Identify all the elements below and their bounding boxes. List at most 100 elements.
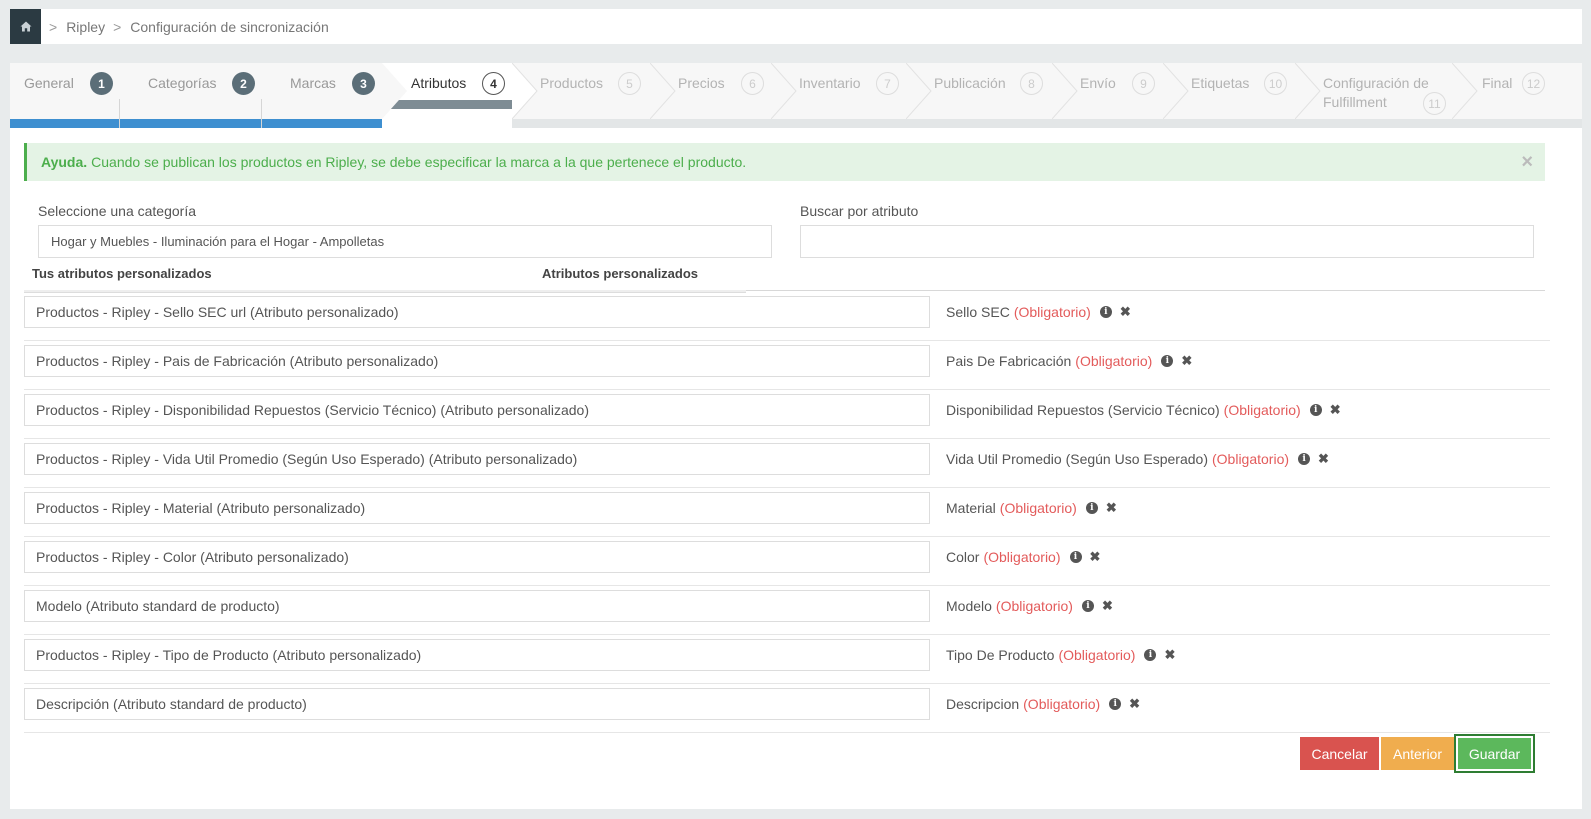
required-badge: (Obligatorio) (1212, 451, 1290, 467)
step-progress-bar (262, 119, 382, 128)
required-badge: (Obligatorio) (995, 598, 1073, 614)
wizard-step-label: Atributos (411, 75, 467, 91)
required-badge: (Obligatorio) (1075, 353, 1153, 369)
marketplace-attribute: Modelo (Obligatorio) i ✖ (946, 598, 1113, 614)
wizard-step-badge: 10 (1264, 72, 1287, 95)
info-icon[interactable]: i (1298, 453, 1311, 465)
required-badge: (Obligatorio) (1023, 696, 1101, 712)
wizard-steps: General 1 Categorías 2 Marcas 3 Atributo… (10, 63, 1582, 128)
remove-icon[interactable]: ✖ (1164, 647, 1175, 663)
wizard-step-general[interactable]: General 1 (10, 63, 120, 128)
wizard-step-label: Etiquetas (1191, 75, 1250, 91)
home-button[interactable] (10, 9, 41, 44)
info-icon[interactable]: i (1309, 404, 1322, 416)
attribute-name: Tipo De Producto (946, 647, 1055, 663)
wizard-step-badge: 7 (876, 72, 899, 95)
wizard-step-badge: 8 (1020, 72, 1043, 95)
remove-icon[interactable]: ✖ (1102, 598, 1113, 614)
step-chevron (906, 63, 932, 119)
attribute-mapping-input[interactable] (24, 296, 930, 328)
breadcrumb-separator: > (113, 18, 122, 35)
search-attribute-input[interactable] (800, 225, 1534, 258)
wizard-step-label: Marcas (290, 75, 336, 91)
breadcrumb-ripley[interactable]: Ripley (66, 19, 105, 35)
wizard-step-label: Publicación (934, 75, 1006, 91)
close-icon[interactable]: × (1521, 152, 1533, 172)
marketplace-attribute: Disponibilidad Repuestos (Servicio Técni… (946, 402, 1341, 418)
attribute-name: Material (946, 500, 996, 516)
attribute-mapping-input[interactable] (24, 492, 930, 524)
wizard-step-badge: 3 (352, 72, 375, 95)
save-button[interactable]: Guardar (1454, 734, 1535, 773)
table-row: Pais De Fabricación(Obligatorio) i ✖ (24, 341, 1550, 390)
step-chevron (771, 63, 797, 119)
step-chevron (1163, 63, 1189, 119)
wizard-step-marcas[interactable]: Marcas 3 (262, 63, 382, 128)
wizard-step-categorias[interactable]: Categorías 2 (120, 63, 262, 128)
table-row: Modelo(Obligatorio) i ✖ (24, 586, 1550, 635)
info-icon[interactable]: i (1109, 698, 1122, 710)
remove-icon[interactable]: ✖ (1090, 549, 1101, 565)
required-badge: (Obligatorio) (1223, 402, 1301, 418)
wizard-step-label: Final (1482, 75, 1513, 91)
col-header-custom-attributes: Tus atributos personalizados (32, 266, 212, 281)
wizard-step-label: Envío (1080, 75, 1116, 91)
remove-icon[interactable]: ✖ (1181, 353, 1192, 369)
sync-config-panel: General 1 Categorías 2 Marcas 3 Atributo… (10, 63, 1582, 809)
wizard-step-badge: 5 (618, 72, 641, 95)
info-icon[interactable]: i (1069, 551, 1082, 563)
breadcrumb: > Ripley > Configuración de sincronizaci… (10, 9, 1582, 44)
attribute-mapping-input[interactable] (24, 394, 930, 426)
info-icon[interactable]: i (1081, 600, 1094, 612)
required-badge: (Obligatorio) (983, 549, 1061, 565)
info-icon[interactable]: i (1085, 502, 1098, 514)
info-icon[interactable]: i (1099, 306, 1112, 318)
attribute-mapping-input[interactable] (24, 590, 930, 622)
cancel-button[interactable]: Cancelar (1300, 737, 1379, 770)
attribute-mapping-input[interactable] (24, 443, 930, 475)
wizard-step-badge: 6 (741, 72, 764, 95)
marketplace-attribute: Pais De Fabricación (Obligatorio) i ✖ (946, 353, 1192, 369)
step-chevron (1452, 63, 1478, 119)
attribute-mapping-input[interactable] (24, 639, 930, 671)
breadcrumb-separator: > (49, 18, 58, 35)
attribute-name: Modelo (946, 598, 992, 614)
attribute-mapping-input[interactable] (24, 541, 930, 573)
wizard-step-badge: 11 (1423, 92, 1446, 115)
attribute-name: Disponibilidad Repuestos (Servicio Técni… (946, 402, 1220, 418)
step-progress-bar (10, 119, 119, 128)
attribute-name: Descripcion (946, 696, 1020, 712)
table-row: Descripcion(Obligatorio) i ✖ (24, 684, 1550, 733)
step-progress-bar (120, 119, 261, 128)
marketplace-attribute: Tipo De Producto (Obligatorio) i ✖ (946, 647, 1175, 663)
required-badge: (Obligatorio) (1013, 304, 1091, 320)
col-header-marketplace-attributes: Atributos personalizados (542, 266, 699, 281)
attribute-name: Vida Util Promedio (Según Uso Esperado) (946, 451, 1208, 467)
category-label: Seleccione una categoría (38, 203, 196, 219)
wizard-step-badge: 9 (1132, 72, 1155, 95)
info-icon[interactable]: i (1161, 355, 1174, 367)
remove-icon[interactable]: ✖ (1106, 500, 1117, 516)
marketplace-attribute: Vida Util Promedio (Según Uso Esperado)(… (946, 451, 1329, 467)
alert-text: Cuando se publican los productos en Ripl… (91, 154, 747, 170)
step-chevron (512, 63, 538, 119)
attribute-mapping-input[interactable] (24, 345, 930, 377)
info-icon[interactable]: i (1144, 649, 1157, 661)
attribute-name: Pais De Fabricación (946, 353, 1072, 369)
marketplace-attribute: Sello SEC (Obligatorio) i ✖ (946, 304, 1131, 320)
search-label: Buscar por atributo (800, 203, 919, 219)
remove-icon[interactable]: ✖ (1120, 304, 1131, 320)
table-row: Tipo De Producto(Obligatorio) i ✖ (24, 635, 1550, 684)
marketplace-attribute: Descripcion (Obligatorio) i ✖ (946, 696, 1140, 712)
remove-icon[interactable]: ✖ (1330, 402, 1341, 418)
home-icon (20, 21, 31, 32)
remove-icon[interactable]: ✖ (1318, 451, 1329, 467)
wizard-step-label: Inventario (799, 75, 861, 91)
category-select[interactable] (38, 225, 772, 258)
table-row: Material(Obligatorio) i ✖ (24, 488, 1550, 537)
step-chevron (1052, 63, 1078, 119)
attribute-mapping-input[interactable] (24, 688, 930, 720)
remove-icon[interactable]: ✖ (1129, 696, 1140, 712)
step-chevron (650, 63, 676, 119)
previous-button[interactable]: Anterior (1381, 737, 1454, 770)
